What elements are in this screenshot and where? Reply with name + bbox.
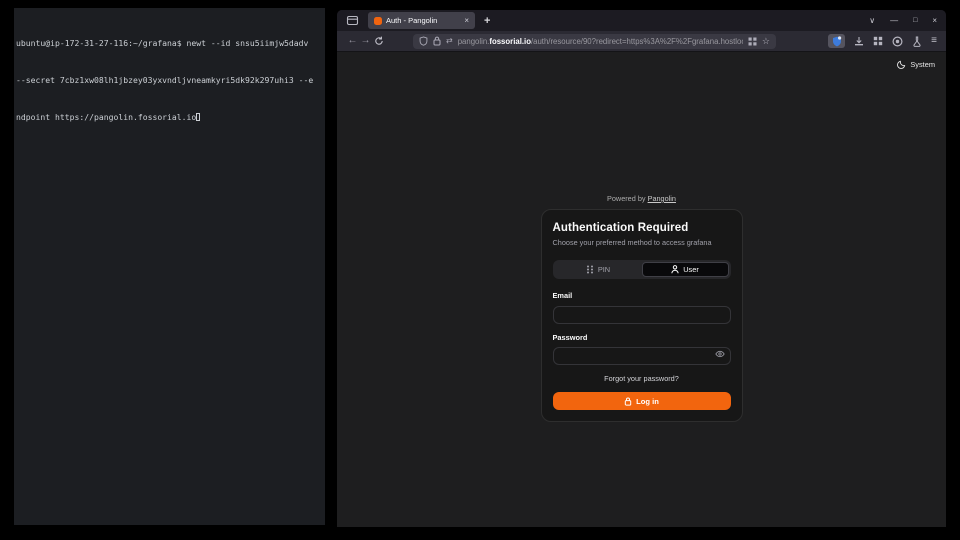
terminal-line: ubuntu@ip-172-31-27-116:~/grafana$ newt …: [16, 37, 323, 49]
terminal-cursor: [196, 113, 200, 121]
reload-button[interactable]: [372, 36, 385, 46]
page-content: System Powered by Pangolin Authenticatio…: [337, 52, 946, 527]
eye-icon: [715, 350, 725, 358]
url-path: /auth/resource/90?redirect=https%3A%2F%2…: [531, 37, 743, 46]
tab-close-icon[interactable]: ×: [464, 17, 469, 25]
browser-toolbar: ← → ⇄ pangolin.fossorial.io/auth/resourc…: [337, 31, 946, 52]
tab-user[interactable]: User: [642, 262, 729, 277]
tab-pin-label: PIN: [598, 265, 610, 274]
new-tab-button[interactable]: +: [484, 15, 490, 27]
browser-window: Auth - Pangolin × + ∨ — □ × ← → ⇄ pangol…: [337, 10, 946, 527]
password-field[interactable]: [553, 347, 731, 365]
url-text[interactable]: pangolin.fossorial.io/auth/resource/90?r…: [458, 37, 743, 46]
tab-title: Auth - Pangolin: [386, 16, 460, 25]
url-subdomain: pangolin.: [458, 37, 490, 46]
url-domain: fossorial.io: [489, 37, 531, 46]
terminal-window[interactable]: ubuntu@ip-172-31-27-116:~/grafana$ newt …: [14, 8, 325, 525]
theme-toggle-label: System: [910, 60, 935, 69]
login-lock-icon: [624, 397, 632, 406]
show-password-button[interactable]: [715, 350, 725, 358]
flask-extension-icon[interactable]: [912, 36, 922, 47]
auth-method-tabs: PIN User: [553, 260, 731, 279]
theme-toggle-button[interactable]: System: [897, 60, 935, 69]
powered-by-text: Powered by: [607, 194, 646, 203]
forgot-password-link[interactable]: Forgot your password?: [553, 374, 731, 383]
back-button[interactable]: ←: [346, 36, 359, 46]
browser-tab-bar: Auth - Pangolin × + ∨ — □ ×: [337, 10, 946, 31]
url-bar[interactable]: ⇄ pangolin.fossorial.io/auth/resource/90…: [413, 34, 776, 49]
minimize-button[interactable]: —: [890, 16, 898, 25]
terminal-line: ndpoint https://pangolin.fossorial.io: [16, 111, 323, 123]
terminal-line: --secret 7cbz1xw08lh1jbzey03yxvndljvneam…: [16, 74, 323, 86]
login-button-label: Log in: [636, 397, 659, 406]
email-field[interactable]: [553, 306, 731, 324]
containers-grid-icon[interactable]: [873, 36, 883, 46]
login-button[interactable]: Log in: [553, 392, 731, 410]
card-subtitle: Choose your preferred method to access g…: [553, 238, 731, 247]
downloads-icon[interactable]: [854, 36, 864, 47]
menu-icon[interactable]: ≡: [931, 36, 937, 46]
tab-user-label: User: [683, 265, 699, 274]
adblocker-record-icon[interactable]: [892, 36, 903, 47]
window-controls: ∨ — □ ×: [869, 16, 940, 25]
moon-icon: [897, 60, 906, 69]
browser-tab-auth-pangolin[interactable]: Auth - Pangolin ×: [368, 12, 475, 29]
pangolin-brand-link[interactable]: Pangolin: [648, 194, 676, 203]
pangolin-favicon-icon: [374, 17, 382, 25]
auth-card: Authentication Required Choose your pref…: [541, 209, 743, 422]
powered-by: Powered by Pangolin: [607, 194, 676, 203]
keypad-icon: [586, 265, 594, 274]
shield-icon[interactable]: [419, 36, 428, 46]
user-icon: [671, 265, 679, 274]
shortcuts-grid-icon[interactable]: [748, 37, 757, 46]
tab-list-chevron-icon[interactable]: ∨: [869, 16, 875, 25]
tab-pin[interactable]: PIN: [555, 262, 642, 277]
lock-icon[interactable]: [433, 36, 441, 46]
firefox-view-icon[interactable]: [346, 14, 359, 27]
desktop: ubuntu@ip-172-31-27-116:~/grafana$ newt …: [0, 0, 960, 540]
maximize-button[interactable]: □: [913, 17, 917, 24]
forward-button[interactable]: →: [359, 36, 372, 46]
site-permissions-icon[interactable]: ⇄: [446, 37, 453, 45]
window-close-button[interactable]: ×: [932, 16, 937, 25]
password-label: Password: [553, 333, 731, 342]
toolbar-extensions: ≡: [828, 34, 937, 48]
bookmark-star-icon[interactable]: ☆: [762, 37, 770, 46]
extension-blue-badge-icon[interactable]: [828, 34, 845, 48]
email-label: Email: [553, 291, 731, 300]
card-title: Authentication Required: [553, 222, 731, 234]
